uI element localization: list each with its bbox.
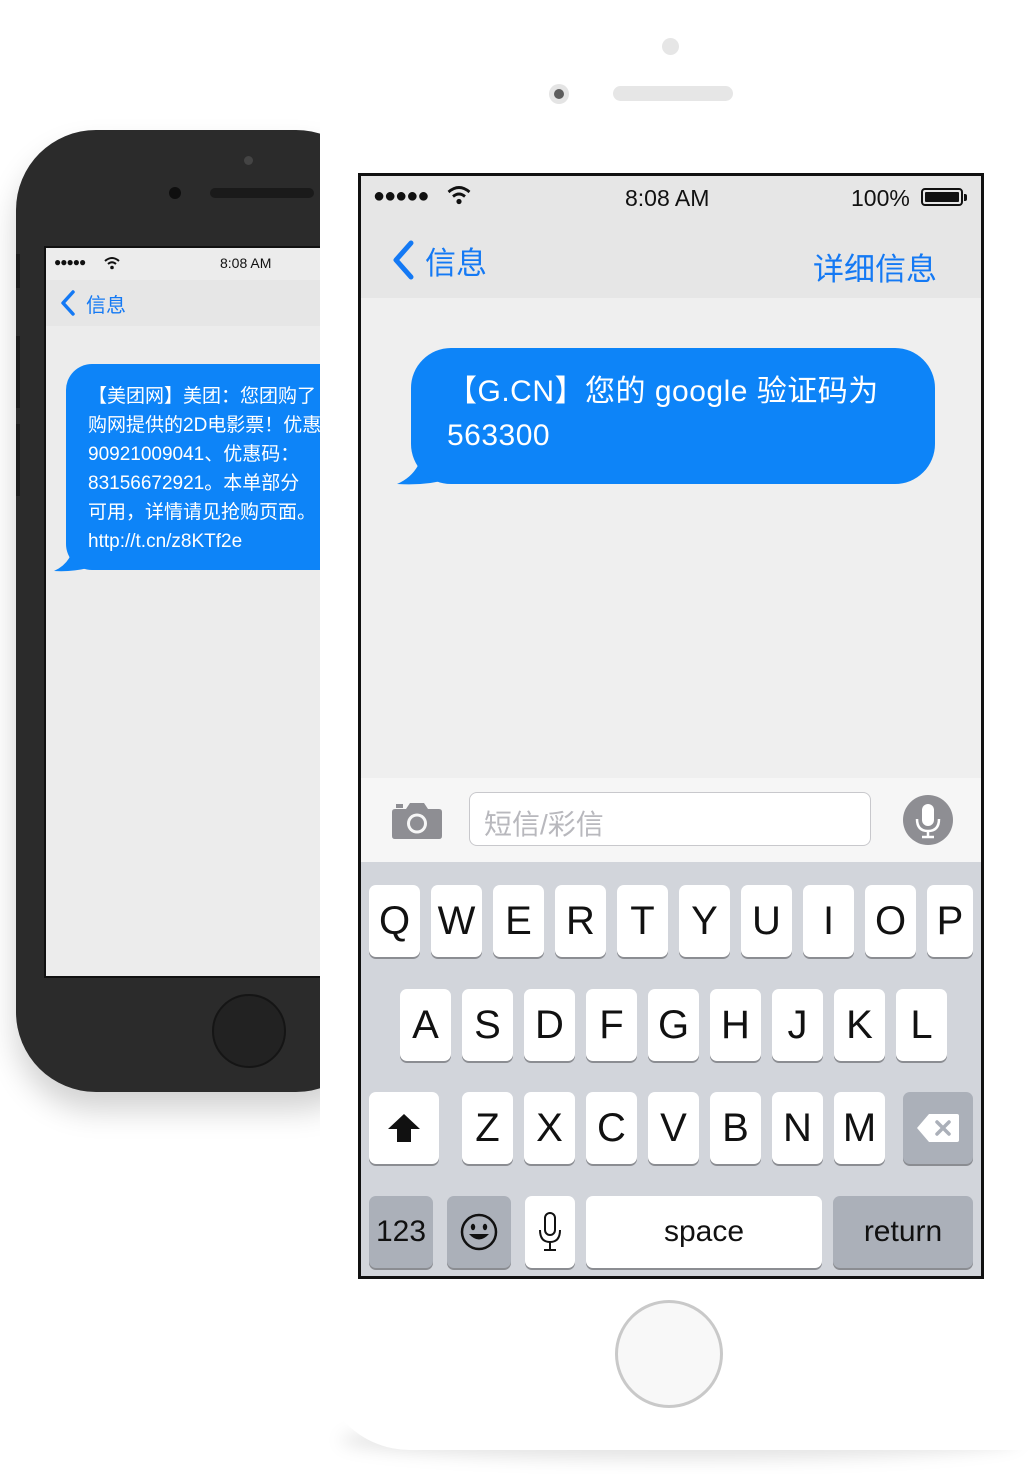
numbers-key[interactable]: 123: [369, 1196, 433, 1268]
key-d[interactable]: D: [524, 989, 575, 1061]
microphone-key-icon: [539, 1212, 561, 1251]
battery-percent: 100%: [851, 185, 910, 211]
message-line-1: 【G.CN】您的 google 验证码为: [447, 375, 879, 408]
back-back-button[interactable]: 信息: [60, 286, 126, 320]
key-h[interactable]: H: [710, 989, 761, 1061]
input-bar: 短信/彩信: [361, 778, 981, 862]
message-input-placeholder: 短信/彩信: [484, 809, 604, 840]
space-key[interactable]: space: [586, 1196, 822, 1268]
key-i[interactable]: I: [803, 885, 854, 957]
key-c[interactable]: C: [586, 1092, 637, 1164]
key-s[interactable]: S: [462, 989, 513, 1061]
microphone-icon: [915, 804, 941, 839]
dictation-button[interactable]: [903, 795, 953, 845]
key-m[interactable]: M: [834, 1092, 885, 1164]
key-e[interactable]: E: [493, 885, 544, 957]
signal-icon: ●●●●●: [373, 185, 429, 207]
return-key[interactable]: return: [833, 1196, 973, 1268]
key-r[interactable]: R: [555, 885, 606, 957]
key-o[interactable]: O: [865, 885, 916, 957]
key-p[interactable]: P: [927, 885, 973, 957]
key-f[interactable]: F: [586, 989, 637, 1061]
key-t[interactable]: T: [617, 885, 668, 957]
front-proximity-sensor: [662, 38, 679, 55]
back-signal-icon: ●●●●●: [54, 255, 86, 269]
back-status-time: 8:08 AM: [220, 255, 272, 271]
volume-up-button: [16, 336, 20, 408]
back-earpiece: [210, 188, 314, 198]
shift-arrow-icon: [388, 1114, 420, 1142]
back-label: 信息: [425, 245, 487, 281]
dictation-key[interactable]: [525, 1196, 575, 1268]
key-z[interactable]: Z: [462, 1092, 513, 1164]
status-bar: ●●●●● 8:08 AM 100%: [361, 176, 981, 220]
back-front-camera: [169, 187, 181, 199]
key-k[interactable]: K: [834, 989, 885, 1061]
back-wifi-icon: [104, 257, 120, 270]
delete-key[interactable]: [903, 1092, 973, 1164]
key-b[interactable]: B: [710, 1092, 761, 1164]
shift-key[interactable]: [369, 1092, 439, 1164]
chevron-left-icon: [393, 240, 414, 280]
battery-icon: [921, 188, 963, 206]
keyboard: Q W E R T Y U I O P A S D F G H J K L Z …: [361, 862, 981, 1276]
key-n[interactable]: N: [772, 1092, 823, 1164]
message-bubble: 【G.CN】您的 google 验证码为 563300: [411, 348, 935, 484]
back-button[interactable]: 信息: [391, 238, 487, 282]
back-proximity-sensor: [244, 156, 253, 165]
key-v[interactable]: V: [648, 1092, 699, 1164]
key-q[interactable]: Q: [369, 885, 420, 957]
key-y[interactable]: Y: [679, 885, 730, 957]
home-button[interactable]: [615, 1300, 723, 1408]
backspace-icon: [917, 1114, 959, 1142]
key-l[interactable]: L: [896, 989, 947, 1061]
volume-down-button: [16, 424, 20, 496]
emoji-key[interactable]: [447, 1196, 511, 1268]
key-a[interactable]: A: [400, 989, 451, 1061]
camera-icon[interactable]: [391, 800, 443, 840]
key-u[interactable]: U: [741, 885, 792, 957]
status-time: 8:08 AM: [625, 185, 710, 211]
key-g[interactable]: G: [648, 989, 699, 1061]
battery-tip-icon: [964, 194, 967, 201]
details-button[interactable]: 详细信息: [813, 244, 937, 289]
message-line-2: 563300: [447, 419, 551, 452]
key-x[interactable]: X: [524, 1092, 575, 1164]
key-w[interactable]: W: [431, 885, 482, 957]
back-chevron-left-icon: [61, 290, 75, 316]
front-screen: ●●●●● 8:08 AM 100% 信息 详细信息 【G.CN】您的 goog…: [358, 173, 984, 1279]
front-camera-lens: [554, 89, 564, 99]
back-back-label: 信息: [86, 294, 126, 317]
key-j[interactable]: J: [772, 989, 823, 1061]
mute-switch: [16, 254, 20, 288]
message-input[interactable]: 短信/彩信: [469, 792, 871, 846]
front-earpiece: [613, 86, 733, 101]
nav-bar: 信息 详细信息: [361, 220, 981, 298]
emoji-icon: [460, 1213, 498, 1251]
back-home-button[interactable]: [212, 994, 286, 1068]
wifi-icon: [447, 186, 471, 205]
